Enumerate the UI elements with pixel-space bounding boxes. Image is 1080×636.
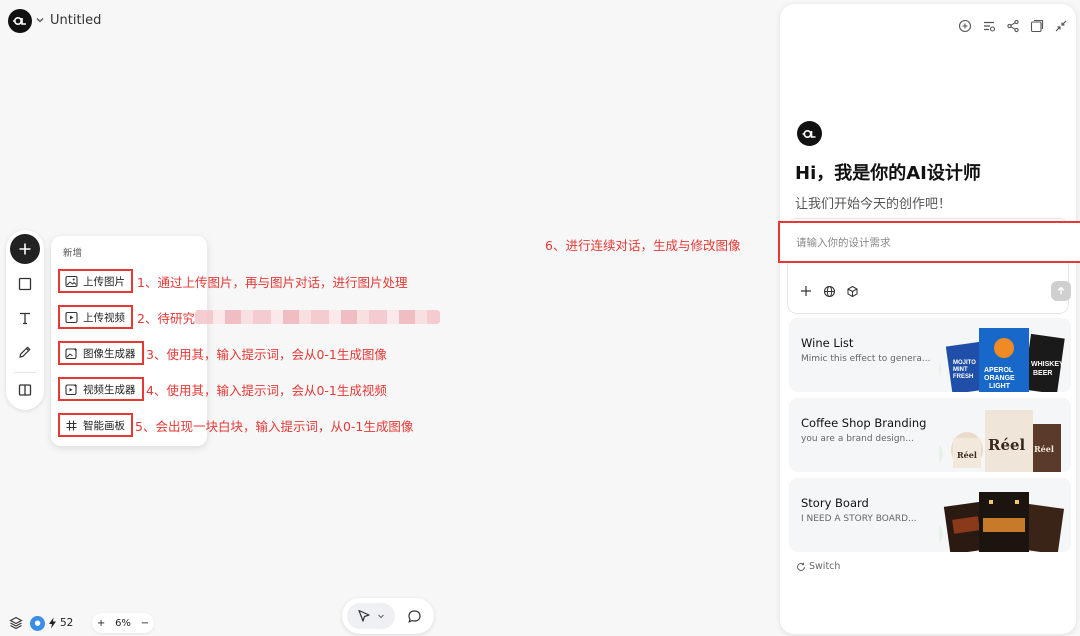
wine-deco-text: MOJITO — [953, 360, 976, 366]
video-upload-icon — [64, 310, 78, 324]
cube-icon[interactable] — [844, 283, 860, 299]
greeting-title: Hi，我是你的AI设计师 — [795, 163, 981, 184]
pen-icon[interactable] — [15, 342, 35, 362]
blurred-redaction — [195, 310, 440, 324]
select-tool-button[interactable] — [347, 603, 395, 629]
new-chat-icon[interactable] — [957, 18, 973, 34]
add-menu-heading: 新增 — [63, 248, 83, 259]
annotation-4: 4、使用其，输入提示词，会从0-1生成视频 — [146, 383, 387, 398]
add-icon[interactable] — [10, 234, 40, 264]
comment-icon[interactable] — [404, 606, 424, 626]
wine-deco-text: MINT — [953, 367, 968, 373]
wine-deco-text: APEROL — [984, 367, 1014, 374]
collapse-icon[interactable] — [1053, 18, 1069, 34]
zoom-out-button[interactable]: − — [141, 618, 149, 629]
switch-label: Switch — [809, 561, 841, 572]
menu-item-upload-video[interactable]: 上传视频 — [58, 305, 133, 329]
avatar: ● — [30, 615, 45, 631]
share-icon[interactable] — [1005, 18, 1021, 34]
left-toolbar — [6, 230, 44, 410]
menu-item-smart-board[interactable]: 智能画板 — [58, 413, 133, 437]
prompt-composer — [778, 218, 1080, 314]
prompt-input-wrapper — [778, 221, 1080, 263]
coffee-deco-text: Réel — [957, 450, 977, 460]
image-generate-icon — [64, 346, 78, 360]
prompt-input[interactable] — [796, 233, 1056, 253]
template-card-coffee-shop[interactable]: Coffee Shop Branding you are a brand des… — [789, 398, 1071, 472]
annotation-2: 2、待研究 — [137, 311, 195, 326]
arrow-up-icon — [1057, 286, 1065, 295]
refresh-icon — [796, 562, 806, 572]
menu-item-upload-image[interactable]: 上传图片 — [58, 269, 133, 293]
history-icon[interactable] — [981, 18, 997, 34]
menu-item-video-generator[interactable]: 视频生成器 — [58, 377, 144, 401]
template-card-story-board[interactable]: Story Board I NEED A STORY BOARD... — [789, 478, 1071, 552]
card-title: Wine List — [801, 336, 854, 350]
wine-list-thumbnail: MOJITO MINT FRESH WHISKEY BEER APEROL OR… — [939, 328, 1065, 392]
annotation-3: 3、使用其，输入提示词，会从0-1生成图像 — [146, 347, 387, 362]
card-title: Coffee Shop Branding — [801, 416, 927, 430]
zoom-in-button[interactable]: + — [97, 618, 105, 629]
menu-item-label: 上传图片 — [83, 275, 125, 288]
chevron-down-icon[interactable] — [35, 15, 45, 25]
zoom-level: 6% — [115, 617, 131, 629]
assistant-logo — [797, 121, 822, 146]
greeting-subtitle: 让我们开始今天的创作吧！ — [795, 197, 952, 212]
lightning-icon — [48, 617, 57, 629]
gallery-icon[interactable] — [1029, 18, 1045, 34]
rectangle-icon[interactable] — [15, 274, 35, 294]
annotation-5: 5、会出现一块白块，输入提示词，从0-1生成图像 — [135, 419, 414, 434]
toolbar-divider — [14, 372, 36, 373]
wine-deco-text: FRESH — [953, 374, 973, 380]
hash-icon — [64, 418, 78, 432]
app-logo[interactable] — [8, 9, 32, 33]
text-icon[interactable] — [15, 308, 35, 328]
coffee-branding-thumbnail: Réel Réel Réel — [939, 410, 1061, 472]
annotation-1: 1、通过上传图片，再与图片对话，进行图片处理 — [137, 275, 408, 290]
wine-deco-text: WHISKEY — [1031, 361, 1064, 368]
video-generate-icon — [64, 382, 78, 396]
logo-mark-icon — [13, 16, 26, 26]
credits-count: 52 — [60, 617, 74, 629]
menu-item-label: 视频生成器 — [83, 383, 136, 396]
wine-deco-text: ORANGE — [984, 375, 1015, 382]
document-title[interactable]: Untitled — [50, 13, 101, 28]
cursor-icon — [357, 609, 371, 623]
logo-mark-icon — [802, 129, 816, 138]
credits-indicator[interactable]: ● 52 — [30, 613, 73, 633]
wine-deco-text: LIGHT — [989, 383, 1011, 390]
chevron-down-icon — [377, 612, 385, 620]
switch-button[interactable]: Switch — [796, 561, 840, 572]
annotation-6: 6、进行连续对话，生成与修改图像 — [545, 238, 741, 253]
layout-icon[interactable] — [15, 380, 35, 400]
image-upload-icon — [64, 274, 78, 288]
template-card-wine-list[interactable]: Wine List Mimic this effect to genera...… — [789, 318, 1071, 392]
card-subtitle: you are a brand design... — [801, 434, 914, 444]
story-board-thumbnail — [939, 492, 1065, 552]
menu-item-label: 智能画板 — [83, 419, 125, 432]
menu-item-image-generator[interactable]: 图像生成器 — [58, 341, 144, 365]
zoom-control: + 6% − — [92, 613, 154, 633]
layers-icon[interactable] — [9, 616, 23, 630]
coffee-deco-text: Réel — [1034, 444, 1054, 454]
card-title: Story Board — [801, 496, 869, 510]
menu-item-label: 上传视频 — [83, 311, 125, 324]
add-menu: 新增 上传图片 上传视频 图像生成器 视频生成器 智能画板 — [51, 236, 207, 446]
attach-icon[interactable] — [798, 283, 814, 299]
send-button[interactable] — [1051, 281, 1071, 301]
bottom-toolbar — [342, 598, 434, 634]
menu-item-label: 图像生成器 — [83, 347, 136, 360]
card-subtitle: Mimic this effect to genera... — [801, 354, 931, 364]
coffee-deco-text: Réel — [988, 436, 1026, 454]
globe-icon[interactable] — [821, 283, 837, 299]
wine-deco-text: BEER — [1033, 370, 1052, 377]
card-subtitle: I NEED A STORY BOARD... — [801, 514, 917, 524]
ai-assistant-panel: Hi，我是你的AI设计师 让我们开始今天的创作吧！ Wine List Mimi… — [778, 4, 1080, 634]
